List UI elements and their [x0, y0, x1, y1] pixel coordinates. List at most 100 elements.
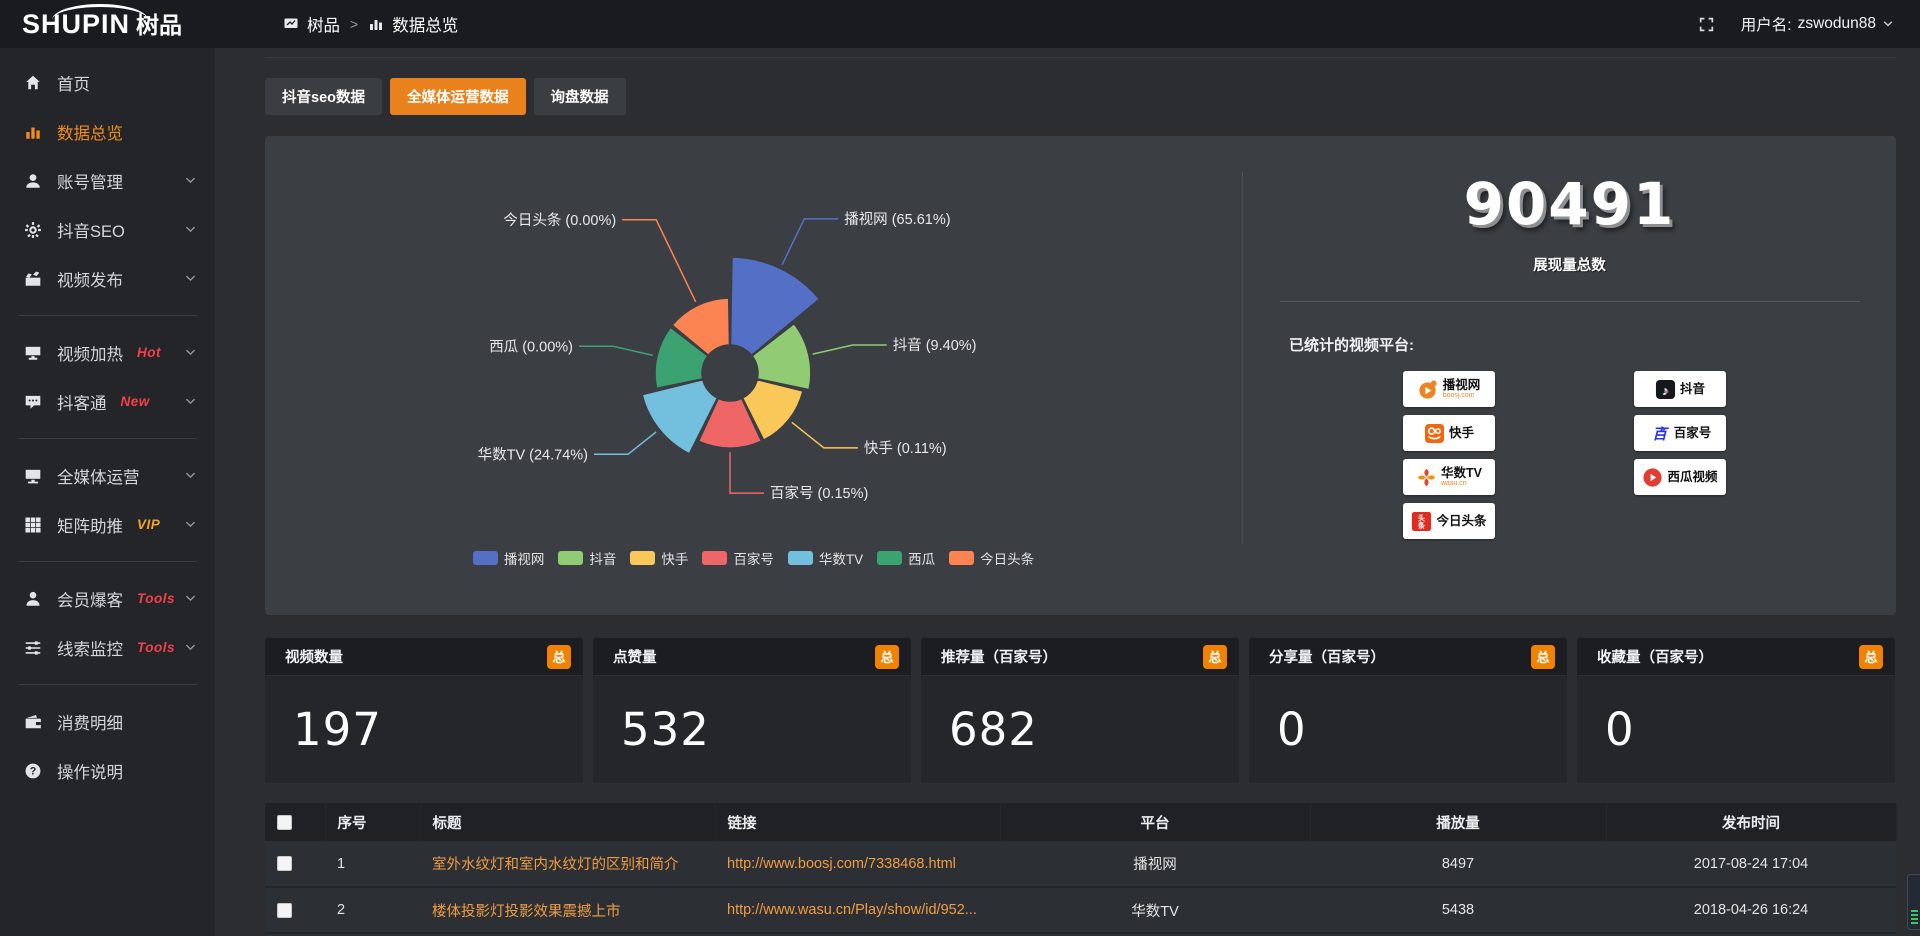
svg-text:?: ?	[30, 765, 37, 777]
fullscreen-icon[interactable]	[1698, 16, 1715, 33]
sidebar-item-矩阵助推[interactable]: 矩阵助推VIP	[0, 500, 215, 549]
row-title: 楼体投影灯投影效果震撼上市	[420, 887, 715, 933]
sidebar-item-全媒体运营[interactable]: 全媒体运营	[0, 451, 215, 500]
sidebar-item-label: 账号管理	[57, 169, 123, 193]
row-plays: 5438	[1310, 887, 1606, 933]
legend-swatch	[630, 551, 655, 565]
sidebar-item-badge: Tools	[137, 640, 175, 655]
logo-arc-icon	[52, 4, 148, 20]
legend-swatch	[788, 551, 813, 565]
platform-name: 抖音	[1680, 383, 1705, 396]
home-icon	[24, 74, 42, 92]
sidebar-item-label: 操作说明	[57, 759, 123, 783]
stat-card-body: 532	[593, 676, 911, 783]
sidebar-item-数据总览[interactable]: 数据总览	[0, 107, 215, 156]
breadcrumb-root[interactable]: 树品	[307, 12, 340, 36]
username-label: 用户名:	[1741, 13, 1792, 35]
sidebar-item-抖客通[interactable]: 抖客通New	[0, 377, 215, 426]
video-url-link[interactable]: http://www.wasu.cn/Play/show/id/952...	[727, 902, 977, 918]
chevron-down-icon	[184, 223, 197, 236]
legend-item-百家号[interactable]: 百家号	[702, 548, 774, 568]
stat-card-title: 收藏量（百家号）	[1597, 646, 1713, 667]
stat-card-收藏量（百家号）: 收藏量（百家号）总0	[1577, 638, 1895, 783]
tab-询盘数据[interactable]: 询盘数据	[534, 78, 626, 115]
column-header-播放量: 播放量	[1310, 803, 1606, 841]
sidebar-item-操作说明[interactable]: ? 操作说明	[0, 746, 215, 795]
legend-item-快手[interactable]: 快手	[630, 548, 688, 568]
legend-item-抖音[interactable]: 抖音	[558, 548, 616, 568]
legend-item-西瓜[interactable]: 西瓜	[877, 548, 935, 568]
stat-card-header: 点赞量 总	[593, 638, 911, 676]
pie-label-line	[782, 219, 838, 265]
stat-card-value: 0	[1277, 703, 1307, 756]
sidebar-item-badge: VIP	[137, 517, 160, 532]
column-header-序号: 序号	[325, 803, 420, 841]
sidebar-item-抖音SEO[interactable]: 抖音SEO	[0, 205, 215, 254]
main-content: 抖音seo数据全媒体运营数据询盘数据 播视网 (65.61%)抖音 (9.40%…	[215, 57, 1920, 936]
stat-card-title: 推荐量（百家号）	[941, 646, 1057, 667]
stat-card-点赞量: 点赞量 总 532	[593, 638, 911, 783]
chevron-down-icon	[184, 395, 197, 408]
user-menu[interactable]: 用户名: zswodun88	[1741, 13, 1894, 35]
user-solid-icon	[24, 590, 42, 608]
sidebar-item-消费明细[interactable]: 消费明细	[0, 697, 215, 746]
sidebar-item-视频发布[interactable]: 视频发布	[0, 254, 215, 303]
row-checkbox[interactable]	[277, 856, 292, 871]
grid-icon	[24, 516, 42, 534]
app-logo[interactable]: SHUPIN 树品	[0, 11, 215, 38]
sliders-icon	[24, 639, 42, 657]
pie-label-line	[792, 422, 858, 448]
video-title-link[interactable]: 楼体投影灯投影效果震撼上市	[432, 904, 621, 920]
sidebar-item-账号管理[interactable]: 账号管理	[0, 156, 215, 205]
stat-card-header: 视频数量总	[265, 638, 583, 676]
select-all-header	[265, 803, 325, 841]
boosj-logo-icon	[1418, 379, 1439, 400]
select-all-checkbox[interactable]	[277, 815, 292, 830]
chevron-down-icon	[184, 469, 197, 482]
table-header-row: 序号标题链接平台播放量发布时间	[265, 803, 1896, 841]
column-header-平台: 平台	[1000, 803, 1310, 841]
video-url-link[interactable]: http://www.boosj.com/7338468.html	[727, 856, 956, 872]
legend-item-今日头条[interactable]: 今日头条	[949, 548, 1034, 568]
baijiahao-logo-icon: 百	[1649, 423, 1670, 444]
videos-table-section: 序号标题链接平台播放量发布时间 1室外水纹灯和室内水纹灯的区别和简介http:/…	[265, 803, 1896, 936]
table-row: 1室外水纹灯和室内水纹灯的区别和简介http://www.boosj.com/7…	[265, 841, 1896, 887]
breadcrumb-current: 数据总览	[392, 12, 458, 36]
platform-name: 播视网	[1443, 379, 1481, 392]
xigua-logo-icon	[1642, 467, 1663, 488]
tab-抖音seo数据[interactable]: 抖音seo数据	[265, 78, 382, 115]
chevron-down-icon	[184, 592, 197, 605]
sidebar-item-视频加热[interactable]: 视频加热Hot	[0, 328, 215, 377]
topbar-right: 用户名: zswodun88	[1698, 13, 1920, 35]
sidebar-item-label: 数据总览	[57, 120, 123, 144]
sidebar-item-线索监控[interactable]: 线索监控Tools	[0, 623, 215, 672]
legend-label: 华数TV	[819, 548, 863, 568]
stat-card-header: 推荐量（百家号）总	[921, 638, 1239, 676]
total-badge: 总	[875, 645, 899, 669]
platform-name: 华数TV	[1441, 467, 1482, 480]
legend-swatch	[949, 551, 974, 565]
sidebar-item-label: 视频发布	[57, 267, 123, 291]
platforms-heading: 已统计的视频平台:	[1289, 334, 1896, 355]
sidebar-item-会员爆客[interactable]: 会员爆客Tools	[0, 574, 215, 623]
stat-card-header: 分享量（百家号）总	[1249, 638, 1567, 676]
stat-card-title: 点赞量	[613, 646, 657, 667]
platform-share-rose-chart: 播视网 (65.61%)抖音 (9.40%)快手 (0.11%)百家号 (0.1…	[265, 136, 1242, 615]
chat-bubble-icon	[24, 393, 42, 411]
platform-badge-抖音: ♪♪♪抖音	[1634, 371, 1726, 407]
sidebar-item-首页[interactable]: 首页	[0, 58, 215, 107]
legend-item-华数TV[interactable]: 华数TV	[788, 548, 863, 568]
row-select-cell	[265, 887, 325, 933]
video-title-link[interactable]: 室外水纹灯和室内水纹灯的区别和简介	[432, 857, 679, 873]
stat-card-分享量（百家号）: 分享量（百家号）总 0	[1249, 638, 1567, 783]
legend-label: 播视网	[504, 548, 545, 568]
floating-widget[interactable]	[1907, 874, 1920, 930]
chevron-down-icon	[184, 272, 197, 285]
legend-item-播视网[interactable]: 播视网	[473, 548, 545, 568]
pie-label-line	[730, 452, 764, 493]
wallet-icon	[24, 713, 42, 731]
row-checkbox[interactable]	[277, 903, 292, 918]
tab-全媒体运营数据[interactable]: 全媒体运营数据	[390, 78, 526, 115]
sidebar-item-label: 全媒体运营	[57, 464, 140, 488]
platform-badge-快手: 快手	[1403, 415, 1495, 451]
